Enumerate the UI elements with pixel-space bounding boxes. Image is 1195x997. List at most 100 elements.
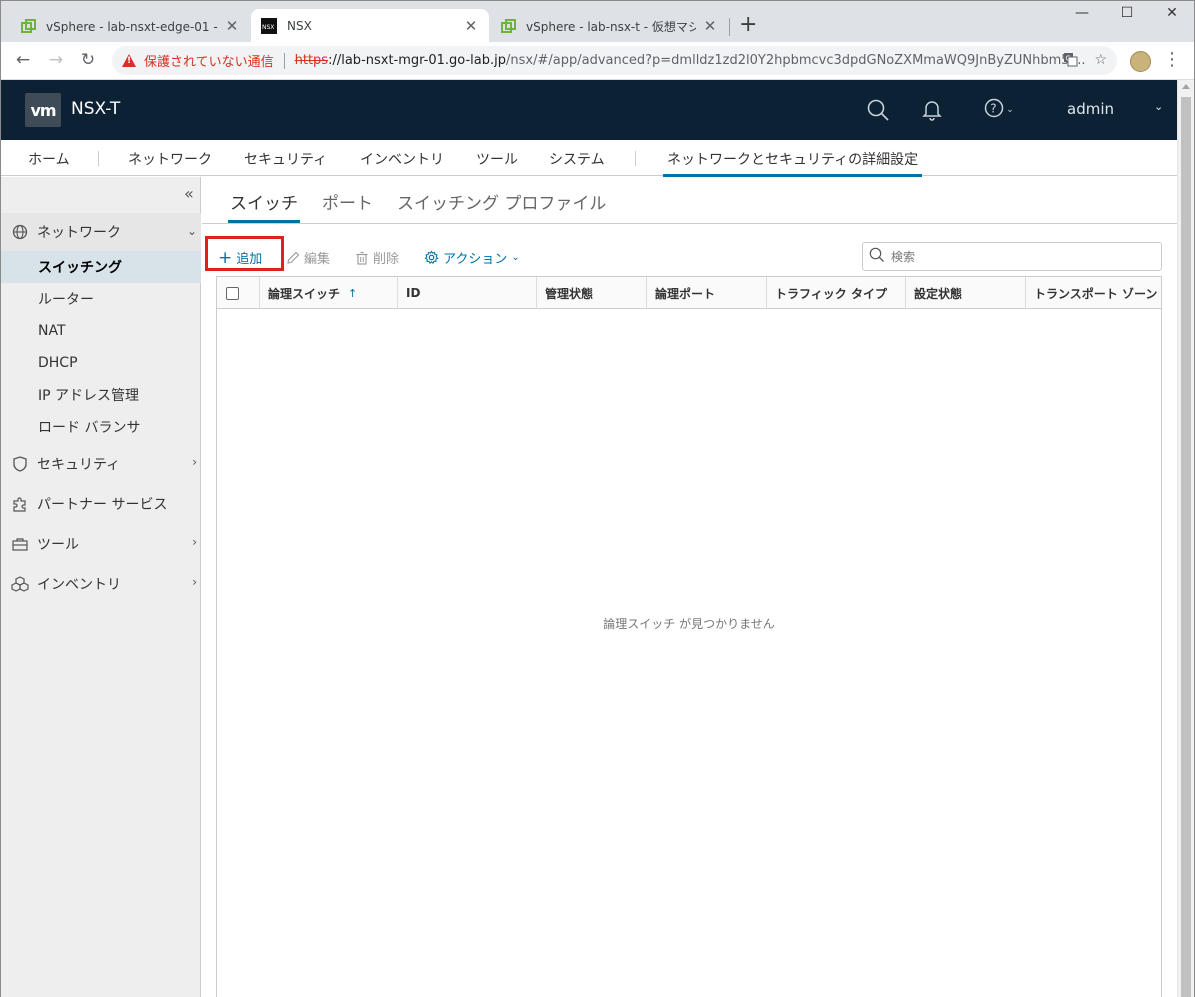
browser-toolbar: ← → ↻ 保護されていない通信 https ://lab-nsxt-mgr-0…	[0, 42, 1195, 80]
search-input[interactable]	[891, 249, 1151, 264]
user-menu[interactable]: admin	[1067, 100, 1114, 118]
chevron-right-icon: ›	[192, 575, 197, 589]
sidebar-item-dhcp[interactable]: DHCP	[1, 347, 201, 379]
nav-inventory[interactable]: インベントリ	[360, 149, 444, 169]
chevron-down-icon: ⌄	[511, 252, 520, 263]
warning-icon	[122, 54, 136, 67]
window-close-button[interactable]: ✕	[1149, 5, 1195, 21]
url-path: /nsx/#/app/advanced?p=dmlldz1zd2l0Y2hpbm…	[506, 53, 1086, 68]
column-header-config-state[interactable]: 設定状態	[905, 277, 1024, 309]
browser-tab-nsx[interactable]: NSX NSX ✕	[251, 9, 489, 43]
nav-divider	[98, 151, 99, 166]
sidebar-group-inventory[interactable]: インベントリ ›	[1, 565, 201, 603]
column-header-transport-zone[interactable]: トランスポート ゾーン	[1025, 277, 1161, 309]
app-name: NSX-T	[71, 99, 121, 119]
reload-icon[interactable]: ↻	[77, 50, 99, 70]
cubes-icon	[11, 575, 29, 593]
edit-button[interactable]: 編集	[286, 248, 330, 267]
nav-home[interactable]: ホーム	[28, 149, 70, 169]
column-header-admin-state[interactable]: 管理状態	[536, 277, 645, 309]
add-button[interactable]: + 追加	[218, 248, 262, 267]
close-icon[interactable]: ✕	[463, 17, 479, 35]
new-tab-button[interactable]: +	[739, 14, 757, 36]
column-header-logical-ports[interactable]: 論理ポート	[646, 277, 765, 309]
browser-tab-vsphere-edge[interactable]: vSphere - lab-nsxt-edge-01 - サマ ✕	[10, 9, 250, 43]
column-header-logical-switch[interactable]: 論理スイッチ ↑	[259, 277, 396, 309]
address-divider	[283, 52, 285, 69]
chevron-down-icon[interactable]: ⌄	[1154, 100, 1163, 113]
back-arrow-icon[interactable]: ←	[12, 50, 34, 70]
chevron-right-icon: ›	[192, 535, 197, 549]
translate-icon[interactable]: G	[1063, 52, 1078, 71]
bookmark-star-icon[interactable]: ☆	[1094, 52, 1107, 71]
actions-menu-label: アクション	[443, 252, 508, 267]
search-icon[interactable]	[866, 98, 890, 122]
sidebar-item-routers[interactable]: ルーター	[1, 283, 201, 315]
forward-arrow-icon[interactable]: →	[45, 50, 67, 70]
tab-switching-profiles[interactable]: スイッチング プロファイル	[397, 189, 606, 214]
vmware-logo: vm	[25, 93, 61, 127]
nav-divider	[635, 151, 636, 166]
trash-icon	[355, 251, 369, 265]
window-border	[0, 0, 1, 997]
sidebar-item-switching[interactable]: スイッチング	[1, 251, 201, 283]
nav-security[interactable]: セキュリティ	[244, 149, 327, 169]
sidebar-group-partner-services[interactable]: パートナー サービス	[1, 485, 201, 523]
sidebar-group-label: ネットワーク	[37, 225, 121, 241]
minimize-button[interactable]: —	[1059, 5, 1105, 21]
actions-menu[interactable]: アクション ⌄	[424, 248, 520, 267]
delete-button-label: 削除	[373, 252, 400, 267]
delete-button[interactable]: 削除	[355, 248, 399, 267]
plus-icon: +	[218, 247, 233, 268]
vsphere-icon	[500, 18, 516, 34]
help-menu[interactable]: ? ⌄	[981, 98, 1017, 122]
search-icon	[869, 247, 885, 267]
column-header-traffic-type[interactable]: トラフィック タイプ	[766, 277, 904, 309]
svg-text:G: G	[1066, 55, 1071, 63]
scrollbar-thumb[interactable]	[1181, 97, 1191, 997]
select-all-checkbox[interactable]	[226, 286, 239, 300]
browser-tab-vsphere-vm[interactable]: vSphere - lab-nsx-t - 仮想マシン ✕	[490, 9, 728, 43]
address-bar[interactable]: 保護されていない通信 https ://lab-nsxt-mgr-01.go-l…	[112, 46, 1117, 75]
security-warning[interactable]: 保護されていない通信	[122, 51, 274, 70]
url-host: ://lab-nsxt-mgr-01.go-lab.jp	[328, 53, 507, 68]
page-scrollbar[interactable]	[1177, 80, 1194, 997]
search-box[interactable]	[862, 242, 1162, 271]
tab-title: NSX	[287, 19, 312, 33]
chevron-right-icon: ›	[192, 455, 197, 469]
tab-title: vSphere - lab-nsx-t - 仮想マシン	[526, 19, 696, 34]
sidebar-item-nat[interactable]: NAT	[1, 315, 201, 347]
bell-icon[interactable]	[920, 98, 944, 122]
column-header-id[interactable]: ID	[397, 277, 535, 309]
chevron-down-icon: ⌄	[1006, 105, 1014, 115]
sidebar-group-tools[interactable]: ツール ›	[1, 525, 201, 563]
close-icon[interactable]: ✕	[702, 17, 718, 35]
nav-system[interactable]: システム	[549, 149, 605, 169]
scroll-up-icon[interactable]	[1182, 84, 1190, 89]
maximize-button[interactable]: ☐	[1104, 5, 1150, 21]
nav-networking[interactable]: ネットワーク	[128, 149, 212, 169]
add-button-label: 追加	[236, 252, 263, 267]
sidebar-group-networking[interactable]: ネットワーク ⌄	[1, 213, 201, 251]
close-icon[interactable]: ✕	[224, 17, 240, 35]
network-icon	[11, 223, 29, 241]
collapse-sidebar-icon[interactable]: «	[184, 184, 194, 203]
tab-switches[interactable]: スイッチ	[228, 189, 300, 223]
nav-tools[interactable]: ツール	[476, 149, 518, 169]
empty-state-message: 論理スイッチ が見つかりません	[603, 617, 775, 631]
url-scheme: https	[294, 53, 329, 68]
sidebar-group-label: パートナー サービス	[37, 497, 168, 513]
sidebar-item-load-balancer[interactable]: ロード バランサ	[1, 411, 201, 443]
browser-menu-icon[interactable]: ⋮	[1163, 49, 1181, 70]
vsphere-icon	[20, 18, 36, 34]
svg-text:NSX: NSX	[262, 24, 274, 31]
tab-ports[interactable]: ポート	[322, 189, 373, 214]
nav-advanced-networking-security[interactable]: ネットワークとセキュリティの詳細設定	[662, 149, 923, 177]
sidebar-item-ipam[interactable]: IP アドレス管理	[1, 379, 201, 411]
sidebar-group-security[interactable]: セキュリティ ›	[1, 445, 201, 483]
profile-avatar[interactable]	[1130, 51, 1151, 72]
nsx-icon: NSX	[261, 18, 277, 34]
sidebar-group-label: ツール	[37, 537, 79, 553]
tab-divider	[729, 18, 730, 36]
app-header: vm NSX-T ? ⌄ admin ⌄	[1, 80, 1177, 140]
